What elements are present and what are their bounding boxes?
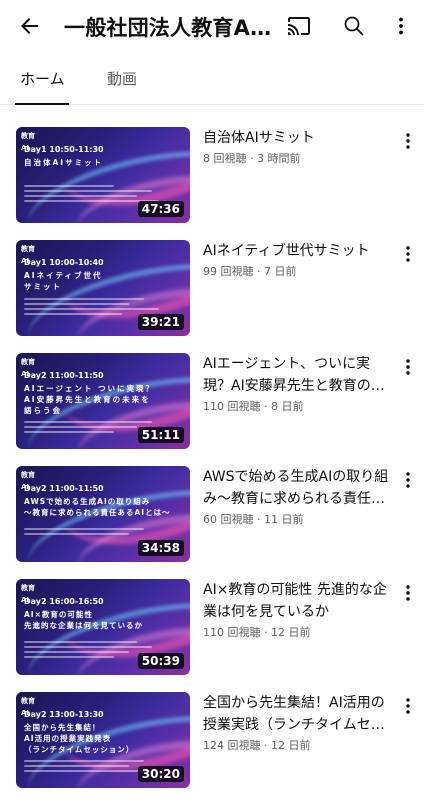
video-stats: 99 回視聴 · 7 日前 [203, 265, 297, 278]
video-item[interactable]: 教育AI Day2 16:00-16:50 AI×教育の可能性 先進的な企業は何… [0, 579, 424, 679]
video-stats: 60 回視聴 · 11 日前 [203, 513, 304, 526]
video-duration: 47:36 [137, 201, 184, 217]
video-duration: 34:58 [137, 540, 184, 556]
event-logo: 教育AI [21, 245, 35, 265]
thumbnail-day-time: Day1 10:00-10:40 [24, 258, 104, 267]
video-title[interactable]: 自治体AIサミット [203, 127, 395, 149]
video-item[interactable]: 教育AI Day1 10:50-11:30 自治体AIサミット 47:36 自治… [0, 127, 424, 227]
video-thumbnail[interactable]: 教育AI Day1 10:00-10:40 AIネイティブ世代 サミット 39:… [16, 240, 190, 336]
item-more-vert-icon[interactable] [398, 581, 418, 605]
video-thumbnail[interactable]: 教育AI Day2 16:00-16:50 AI×教育の可能性 先進的な企業は何… [16, 579, 190, 675]
video-item[interactable]: 教育AI Day2 11:00-11:50 AWSで始める生成AIの取り組み ～… [0, 466, 424, 566]
item-more-vert-icon[interactable] [398, 129, 418, 153]
event-logo: 教育AI [21, 132, 35, 152]
thumbnail-day-time: Day2 13:00-13:30 [24, 710, 104, 719]
tab-home[interactable]: ホーム [20, 68, 65, 89]
video-title[interactable]: AI×教育の可能性 先進的な企業は何を見ているか [203, 579, 395, 623]
event-logo: 教育AI [21, 358, 35, 378]
thumbnail-session-title: AWSで始める生成AIの取り組み ～教育に求められる責任あるAIとは～ [24, 497, 171, 517]
thumbnail-session-title: AIエージェント ついに実現？ AI安藤昇先生と教育の未来を 語らう会 [24, 384, 156, 415]
video-duration: 51:11 [137, 427, 184, 443]
cast-icon[interactable] [281, 8, 317, 44]
item-more-vert-icon[interactable] [398, 468, 418, 492]
event-logo: 教育AI [21, 697, 35, 717]
back-arrow-icon[interactable] [12, 8, 48, 44]
top-app-bar: 一般社団法人教育AI活用協会 [0, 0, 424, 52]
video-duration: 39:21 [137, 314, 184, 330]
item-more-vert-icon[interactable] [398, 355, 418, 379]
video-duration: 30:20 [137, 766, 184, 782]
video-thumbnail[interactable]: 教育AI Day2 11:00-11:50 AWSで始める生成AIの取り組み ～… [16, 466, 190, 562]
video-title[interactable]: 全国から先生集結！AI活用の授業実践（ランチタイムセッション） [203, 692, 395, 736]
video-meta: AWSで始める生成AIの取り組み～教育に求められる責任あるAIとは 60 回視聴… [203, 466, 395, 527]
event-logo: 教育AI [21, 471, 35, 491]
search-icon[interactable] [336, 8, 372, 44]
thumbnail-day-time: Day2 16:00-16:50 [24, 597, 104, 606]
more-vert-icon[interactable] [383, 8, 419, 44]
channel-title: 一般社団法人教育AI活用協会 [64, 16, 274, 40]
video-meta: AI×教育の可能性 先進的な企業は何を見ているか 110 回視聴 · 12 日前 [203, 579, 395, 640]
channel-tabs: ホーム 動画 [0, 56, 424, 105]
video-thumbnail[interactable]: 教育AI Day2 11:00-11:50 AIエージェント ついに実現？ AI… [16, 353, 190, 449]
thumbnail-session-title: AI×教育の可能性 先進的な企業は何を見ているか [24, 610, 143, 630]
video-stats: 110 回視聴 · 12 日前 [203, 626, 311, 639]
video-title[interactable]: AWSで始める生成AIの取り組み～教育に求められる責任あるAIとは [203, 466, 395, 510]
video-item[interactable]: 教育AI Day1 10:00-10:40 AIネイティブ世代 サミット 39:… [0, 240, 424, 340]
thumbnail-session-title: 自治体AIサミット [24, 158, 104, 167]
thumbnail-day-time: Day2 11:00-11:50 [24, 371, 104, 380]
video-stats: 8 回視聴 · 3 時間前 [203, 152, 301, 165]
thumbnail-session-title: AIネイティブ世代 サミット [24, 271, 103, 291]
video-item[interactable]: 教育AI Day2 11:00-11:50 AIエージェント ついに実現？ AI… [0, 353, 424, 453]
tab-videos[interactable]: 動画 [107, 68, 137, 89]
video-duration: 50:39 [137, 653, 184, 669]
video-item[interactable]: 教育AI Day2 13:00-13:30 全国から先生集結！ AI活用の授業実… [0, 692, 424, 792]
thumbnail-session-title: 全国から先生集結！ AI活用の授業実践発表 （ランチタイムセッション） [24, 723, 135, 754]
thumbnail-day-time: Day2 11:00-11:50 [24, 484, 104, 493]
video-stats: 110 回視聴 · 8 日前 [203, 400, 304, 413]
thumbnail-day-time: Day1 10:50-11:30 [24, 145, 104, 154]
item-more-vert-icon[interactable] [398, 694, 418, 718]
video-meta: 全国から先生集結！AI活用の授業実践（ランチタイムセッション） 124 回視聴 … [203, 692, 395, 753]
video-title[interactable]: AIエージェント、ついに実現？AI安藤昇先生と教育の未来を語る会 [203, 353, 395, 397]
video-title[interactable]: AIネイティブ世代サミット [203, 240, 395, 262]
video-meta: 自治体AIサミット 8 回視聴 · 3 時間前 [203, 127, 395, 166]
video-stats: 124 回視聴 · 12 日前 [203, 739, 311, 752]
video-thumbnail[interactable]: 教育AI Day1 10:50-11:30 自治体AIサミット 47:36 [16, 127, 190, 223]
active-tab-indicator [15, 103, 69, 105]
video-thumbnail[interactable]: 教育AI Day2 13:00-13:30 全国から先生集結！ AI活用の授業実… [16, 692, 190, 788]
app-screen: 一般社団法人教育AI活用協会 ホーム 動画 [0, 0, 424, 800]
video-meta: AIネイティブ世代サミット 99 回視聴 · 7 日前 [203, 240, 395, 279]
item-more-vert-icon[interactable] [398, 242, 418, 266]
video-meta: AIエージェント、ついに実現？AI安藤昇先生と教育の未来を語る会 110 回視聴… [203, 353, 395, 414]
event-logo: 教育AI [21, 584, 35, 604]
